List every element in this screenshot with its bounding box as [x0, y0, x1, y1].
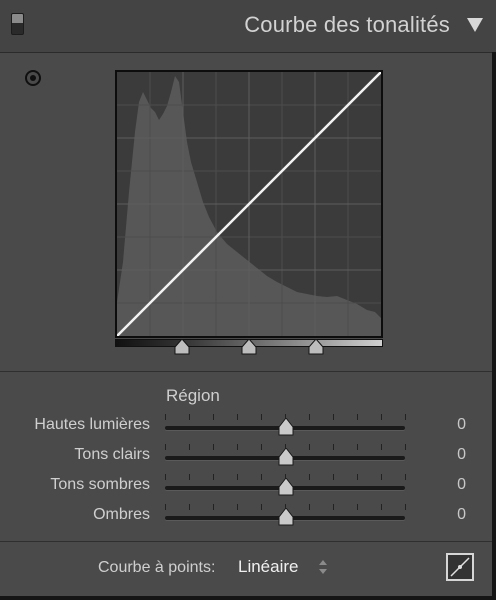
- slider-tick: [213, 414, 214, 420]
- triangle-down-icon[interactable]: [467, 18, 483, 32]
- slider-tick: [381, 414, 382, 420]
- slider-row-darks: Tons sombres 0: [0, 474, 496, 500]
- slider-tick: [333, 444, 334, 450]
- panel-title: Courbe des tonalités: [244, 12, 450, 37]
- slider-tick: [405, 414, 406, 420]
- select-arrows-icon[interactable]: [318, 557, 328, 577]
- slider-tick: [237, 474, 238, 480]
- slider-label: Tons clairs: [74, 446, 150, 463]
- slider-tick: [357, 444, 358, 450]
- slider-label: Tons sombres: [50, 476, 150, 493]
- panel-toggle-switch[interactable]: [11, 13, 24, 35]
- slider-value[interactable]: 0: [457, 416, 466, 434]
- slider-row-highlights: Hautes lumières 0: [0, 414, 496, 440]
- slider-row-lights: Tons clairs 0: [0, 444, 496, 470]
- slider-tick: [213, 504, 214, 510]
- curve-edit-glyph: [450, 557, 470, 577]
- slider-row-shadows: Ombres 0: [0, 504, 496, 530]
- slider-tick: [213, 474, 214, 480]
- slider-tick: [237, 444, 238, 450]
- slider-tick: [381, 474, 382, 480]
- slider-tick: [333, 504, 334, 510]
- point-curve-label: Courbe à points:: [98, 559, 216, 576]
- slider-tick: [357, 414, 358, 420]
- tone-curve-panel: Courbe des tonalités Région Hautes lumiè…: [0, 0, 496, 600]
- slider-tick: [309, 474, 310, 480]
- slider-thumb[interactable]: [278, 508, 294, 526]
- slider-tick: [357, 474, 358, 480]
- point-curve-select[interactable]: Linéaire: [238, 557, 299, 577]
- slider-tick: [213, 444, 214, 450]
- slider-tick: [189, 414, 190, 420]
- slider-value[interactable]: 0: [457, 506, 466, 524]
- slider-value[interactable]: 0: [457, 446, 466, 464]
- slider-tick: [261, 474, 262, 480]
- slider-tick: [237, 414, 238, 420]
- slider-tick: [405, 474, 406, 480]
- slider-thumb[interactable]: [278, 478, 294, 496]
- split-point-handle[interactable]: [308, 339, 324, 355]
- slider-tick: [333, 474, 334, 480]
- slider-tick: [309, 444, 310, 450]
- divider: [0, 371, 496, 372]
- slider-label: Ombres: [93, 506, 150, 523]
- slider-tick: [309, 414, 310, 420]
- edit-point-curve-icon[interactable]: [446, 553, 474, 581]
- curve-svg: [117, 72, 381, 336]
- slider-value[interactable]: 0: [457, 476, 466, 494]
- slider-tick: [189, 444, 190, 450]
- target-adjust-icon[interactable]: [25, 70, 41, 86]
- slider-label: Hautes lumières: [34, 416, 150, 433]
- slider-tick: [261, 504, 262, 510]
- panel-header[interactable]: Courbe des tonalités: [0, 0, 496, 53]
- slider-tick: [165, 444, 166, 450]
- slider-tick: [165, 504, 166, 510]
- slider-tick: [165, 414, 166, 420]
- slider-tick: [357, 504, 358, 510]
- slider-tick: [381, 504, 382, 510]
- divider: [0, 541, 496, 542]
- slider-thumb[interactable]: [278, 418, 294, 436]
- slider-tick: [405, 504, 406, 510]
- slider-tick: [333, 414, 334, 420]
- tone-curve-graph[interactable]: [115, 70, 383, 338]
- slider-tick: [189, 504, 190, 510]
- split-point-handle[interactable]: [241, 339, 257, 355]
- slider-tick: [261, 414, 262, 420]
- slider-tick: [237, 504, 238, 510]
- split-point-handle[interactable]: [174, 339, 190, 355]
- slider-tick: [381, 444, 382, 450]
- slider-thumb[interactable]: [278, 448, 294, 466]
- panel-edge: [0, 596, 496, 600]
- panel-edge: [492, 52, 496, 600]
- slider-tick: [189, 474, 190, 480]
- slider-tick: [165, 474, 166, 480]
- region-label: Région: [166, 386, 220, 405]
- slider-tick: [261, 444, 262, 450]
- slider-tick: [309, 504, 310, 510]
- slider-tick: [405, 444, 406, 450]
